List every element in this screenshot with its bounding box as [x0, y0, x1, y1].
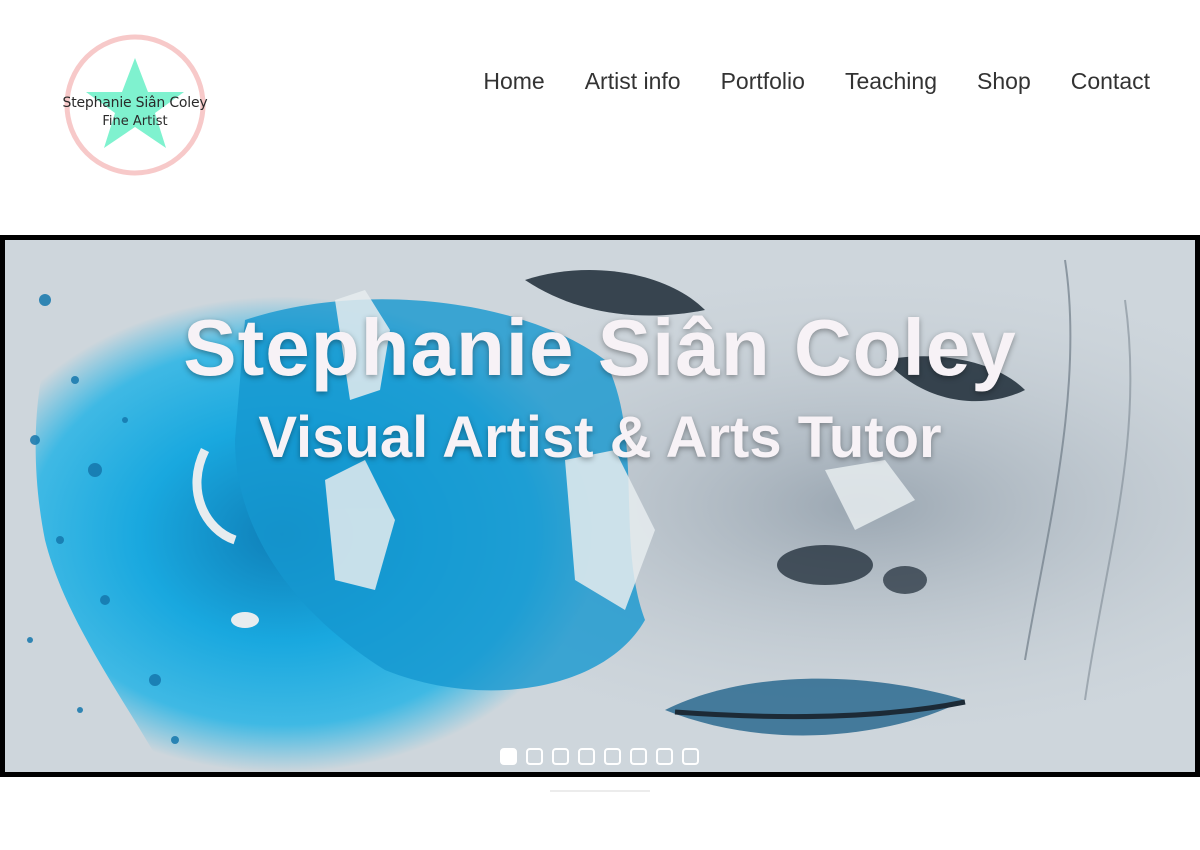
- slide-dot-7[interactable]: [656, 748, 673, 765]
- site-header: Stephanie Siân Coley Fine Artist Home Ar…: [0, 0, 1200, 235]
- nav-portfolio[interactable]: Portfolio: [721, 68, 805, 95]
- hero-title: Stephanie Siân Coley: [183, 303, 1017, 392]
- slider-pagination: [500, 748, 699, 765]
- main-nav: Home Artist info Portfolio Teaching Shop…: [483, 68, 1150, 95]
- hero-subtitle: Visual Artist & Arts Tutor: [258, 405, 942, 470]
- logo-subtitle: Fine Artist: [102, 114, 168, 129]
- hero-slider[interactable]: Stephanie Siân Coley Visual Artist & Art…: [0, 235, 1200, 777]
- slide-dot-4[interactable]: [578, 748, 595, 765]
- slide-dot-6[interactable]: [630, 748, 647, 765]
- nav-contact[interactable]: Contact: [1071, 68, 1150, 95]
- nav-artist-info[interactable]: Artist info: [585, 68, 681, 95]
- slide-dot-8[interactable]: [682, 748, 699, 765]
- slide-dot-3[interactable]: [552, 748, 569, 765]
- nav-shop[interactable]: Shop: [977, 68, 1031, 95]
- slide-dot-2[interactable]: [526, 748, 543, 765]
- nav-teaching[interactable]: Teaching: [845, 68, 937, 95]
- slide-dot-1[interactable]: [500, 748, 517, 765]
- slide-dot-5[interactable]: [604, 748, 621, 765]
- nav-home[interactable]: Home: [483, 68, 544, 95]
- logo-name: Stephanie Siân Coley: [62, 95, 208, 111]
- section-divider: [550, 790, 650, 792]
- site-logo[interactable]: Stephanie Siân Coley Fine Artist: [50, 30, 220, 180]
